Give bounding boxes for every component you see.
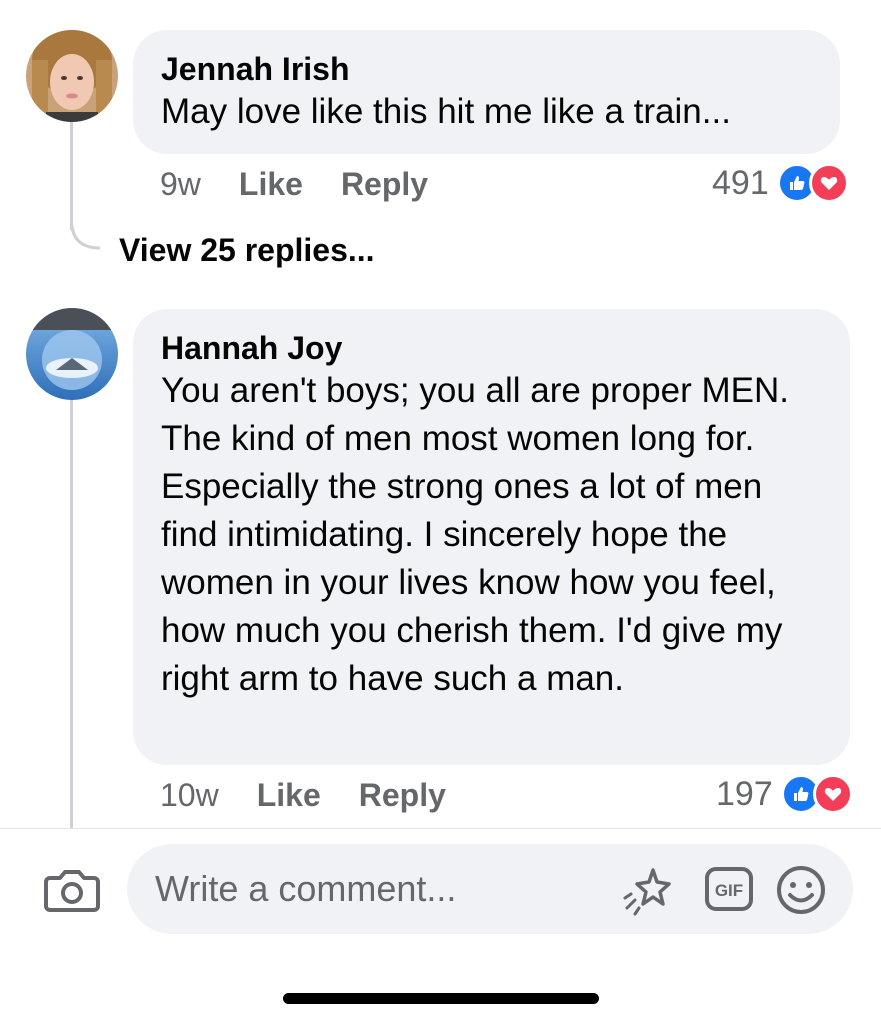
avatar[interactable] bbox=[26, 308, 118, 400]
like-button[interactable]: Like bbox=[257, 777, 321, 814]
comment-author[interactable]: Jennah Irish bbox=[161, 50, 812, 88]
reply-button[interactable]: Reply bbox=[341, 166, 428, 203]
comment-placeholder: Write a comment... bbox=[155, 868, 457, 909]
comment-bubble[interactable]: Hannah Joy You aren't boys; you all are … bbox=[133, 309, 850, 765]
comment-text: May love like this hit me like a train..… bbox=[161, 92, 731, 131]
reaction-count: 197 bbox=[716, 774, 773, 813]
gif-icon[interactable]: GIF bbox=[705, 867, 753, 911]
reaction-summary[interactable]: 197 bbox=[716, 774, 853, 814]
avatar[interactable] bbox=[26, 30, 118, 122]
emoji-icon[interactable] bbox=[775, 864, 827, 916]
thread-line bbox=[70, 400, 73, 830]
sparkle-icon[interactable] bbox=[623, 864, 675, 916]
home-indicator[interactable] bbox=[283, 993, 599, 1004]
comment-meta: 9w Like Reply bbox=[160, 166, 428, 203]
comment-input[interactable]: Write a comment... GIF bbox=[127, 844, 853, 934]
comment-author[interactable]: Hannah Joy bbox=[161, 329, 822, 367]
svg-text:GIF: GIF bbox=[715, 881, 743, 900]
thread-line bbox=[70, 120, 73, 230]
comment-time[interactable]: 9w bbox=[160, 166, 201, 203]
love-reaction-icon bbox=[812, 774, 853, 814]
camera-icon[interactable] bbox=[44, 864, 100, 914]
comment-text: You aren't boys; you all are proper MEN.… bbox=[161, 371, 789, 698]
view-replies-link[interactable]: View 25 replies... bbox=[119, 232, 375, 269]
like-button[interactable]: Like bbox=[239, 166, 303, 203]
reply-button[interactable]: Reply bbox=[359, 777, 446, 814]
comment-meta: 10w Like Reply bbox=[160, 777, 446, 814]
comment-bubble[interactable]: Jennah Irish May love like this hit me l… bbox=[133, 30, 840, 154]
reaction-count: 491 bbox=[712, 163, 769, 202]
thread-curve bbox=[70, 220, 101, 250]
reaction-summary[interactable]: 491 bbox=[712, 163, 849, 203]
love-reaction-icon bbox=[808, 163, 849, 203]
comment-time[interactable]: 10w bbox=[160, 777, 219, 814]
